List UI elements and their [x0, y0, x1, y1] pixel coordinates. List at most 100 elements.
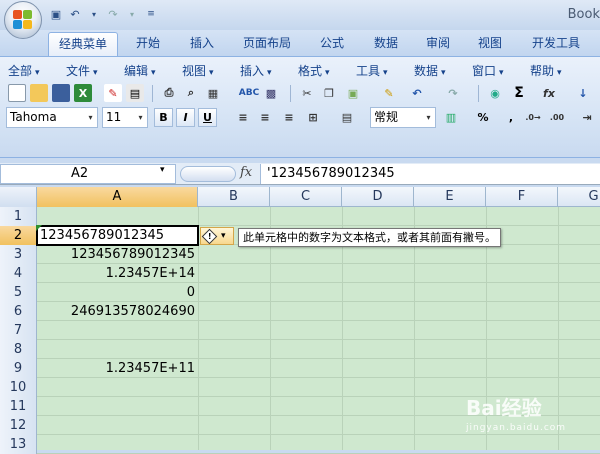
- column-header-a[interactable]: A: [37, 187, 198, 207]
- font-size-select[interactable]: 11 ▾: [102, 107, 148, 128]
- menu-help[interactable]: 帮助 ▾: [530, 62, 562, 79]
- column-header-g[interactable]: G: [558, 187, 600, 207]
- row-header[interactable]: 1: [0, 207, 37, 226]
- tab-review[interactable]: 审阅: [418, 32, 458, 56]
- percent-style-button[interactable]: %: [474, 108, 492, 126]
- open-folder-icon[interactable]: [30, 84, 48, 102]
- align-left-icon[interactable]: ≡: [234, 108, 252, 126]
- menu-window[interactable]: 窗口 ▾: [472, 62, 504, 79]
- undo-dropdown-icon[interactable]: ▾: [86, 6, 102, 22]
- row-header[interactable]: 7: [0, 321, 37, 340]
- row-header[interactable]: 4: [0, 264, 37, 283]
- sort-ascending-icon[interactable]: ↓: [574, 84, 592, 102]
- column-header-e[interactable]: E: [414, 187, 486, 207]
- undo-icon[interactable]: ↶: [67, 6, 83, 22]
- redo-dropdown-icon[interactable]: ▾: [124, 6, 140, 22]
- cell-a11[interactable]: [37, 397, 198, 416]
- customize-qat-icon[interactable]: ≡: [143, 6, 159, 22]
- cell-a7[interactable]: [37, 321, 198, 340]
- column-header-c[interactable]: C: [270, 187, 342, 207]
- pdf-icon[interactable]: ✎: [104, 84, 122, 102]
- row-header[interactable]: 5: [0, 283, 37, 302]
- tab-formulas[interactable]: 公式: [312, 32, 352, 56]
- tab-home[interactable]: 开始: [128, 32, 168, 56]
- tab-page-layout[interactable]: 页面布局: [236, 32, 298, 56]
- save-icon[interactable]: [52, 84, 70, 102]
- indent-icon[interactable]: ⇥: [578, 108, 596, 126]
- redo-icon[interactable]: ↷: [444, 84, 462, 102]
- row-header[interactable]: 8: [0, 340, 37, 359]
- cell-a1[interactable]: [37, 207, 198, 226]
- cell-a6[interactable]: 246913578024690: [37, 302, 198, 321]
- cell-a5[interactable]: 0: [37, 283, 198, 302]
- row-header[interactable]: 11: [0, 397, 37, 416]
- insert-function-label[interactable]: fx: [240, 165, 252, 180]
- column-header-b[interactable]: B: [198, 187, 270, 207]
- tab-classic-menu[interactable]: 经典菜单: [48, 32, 118, 56]
- insert-function-icon[interactable]: fx: [540, 84, 558, 102]
- menu-data[interactable]: 数据 ▾: [414, 62, 446, 79]
- hyperlink-icon[interactable]: ◉: [486, 84, 504, 102]
- print-icon[interactable]: ⎙: [160, 84, 178, 102]
- copy-icon[interactable]: ❐: [320, 84, 338, 102]
- cell-a8[interactable]: [37, 340, 198, 359]
- formula-input[interactable]: '123456789012345: [260, 164, 600, 184]
- menu-insert[interactable]: 插入 ▾: [240, 62, 272, 79]
- cut-icon[interactable]: ✂: [298, 84, 316, 102]
- align-right-icon[interactable]: ≡: [280, 108, 298, 126]
- increase-decimal-icon[interactable]: .0→: [524, 108, 542, 126]
- save-icon[interactable]: ▣: [48, 6, 64, 22]
- select-all-corner[interactable]: [0, 187, 37, 207]
- row-header[interactable]: 12: [0, 416, 37, 435]
- decrease-decimal-icon[interactable]: .00: [548, 108, 566, 126]
- office-button[interactable]: [4, 1, 42, 39]
- menu-format[interactable]: 格式 ▾: [298, 62, 330, 79]
- align-center-icon[interactable]: ≡: [256, 108, 274, 126]
- permission-icon[interactable]: ▤: [126, 84, 144, 102]
- menu-all[interactable]: 全部 ▾: [8, 62, 40, 79]
- cell-a13[interactable]: [37, 435, 198, 454]
- cell-a4[interactable]: 1.23457E+14: [37, 264, 198, 283]
- cell-a9[interactable]: 1.23457E+11: [37, 359, 198, 378]
- bold-button[interactable]: B: [154, 108, 173, 127]
- tab-insert[interactable]: 插入: [182, 32, 222, 56]
- row-header[interactable]: 3: [0, 245, 37, 264]
- row-header[interactable]: 2: [0, 226, 37, 245]
- research-icon[interactable]: ▩: [262, 84, 280, 102]
- cell-a12[interactable]: [37, 416, 198, 435]
- accounting-format-icon[interactable]: ▥: [442, 108, 460, 126]
- italic-button[interactable]: I: [176, 108, 195, 127]
- row-header[interactable]: 6: [0, 302, 37, 321]
- redo-icon[interactable]: ↷: [105, 6, 121, 22]
- tab-view[interactable]: 视图: [470, 32, 510, 56]
- active-cell-a2[interactable]: 123456789012345: [36, 225, 199, 246]
- tab-developer[interactable]: 开发工具: [524, 32, 588, 56]
- cell-a3[interactable]: 123456789012345: [37, 245, 198, 264]
- autosum-icon[interactable]: Σ: [510, 84, 528, 102]
- font-name-select[interactable]: Tahoma ▾: [6, 107, 98, 128]
- menu-tools[interactable]: 工具 ▾: [356, 62, 388, 79]
- merge-center-icon[interactable]: ⊞: [304, 108, 322, 126]
- comma-style-button[interactable]: ,: [502, 108, 520, 126]
- row-header[interactable]: 13: [0, 435, 37, 454]
- row-header[interactable]: 10: [0, 378, 37, 397]
- name-box[interactable]: A2: [0, 164, 176, 184]
- menu-view[interactable]: 视图 ▾: [182, 62, 214, 79]
- row-header[interactable]: 9: [0, 359, 37, 378]
- spelling-icon[interactable]: ABC: [239, 84, 259, 102]
- error-check-button[interactable]: ! ▾: [200, 227, 234, 245]
- print-settings-icon[interactable]: ▦: [204, 84, 222, 102]
- cell-a10[interactable]: [37, 378, 198, 397]
- menu-edit[interactable]: 编辑 ▾: [124, 62, 156, 79]
- format-painter-icon[interactable]: ✎: [380, 84, 398, 102]
- number-format-select[interactable]: 常规 ▾: [370, 107, 436, 128]
- formula-bar-resize-handle[interactable]: [180, 166, 236, 182]
- name-box-dropdown-icon[interactable]: ▾: [160, 165, 165, 175]
- paste-icon[interactable]: ▣: [344, 84, 362, 102]
- excel-icon[interactable]: X: [74, 84, 92, 102]
- tab-data[interactable]: 数据: [366, 32, 406, 56]
- undo-icon[interactable]: ↶: [408, 84, 426, 102]
- column-header-d[interactable]: D: [342, 187, 414, 207]
- column-header-f[interactable]: F: [486, 187, 558, 207]
- wrap-text-icon[interactable]: ▤: [338, 108, 356, 126]
